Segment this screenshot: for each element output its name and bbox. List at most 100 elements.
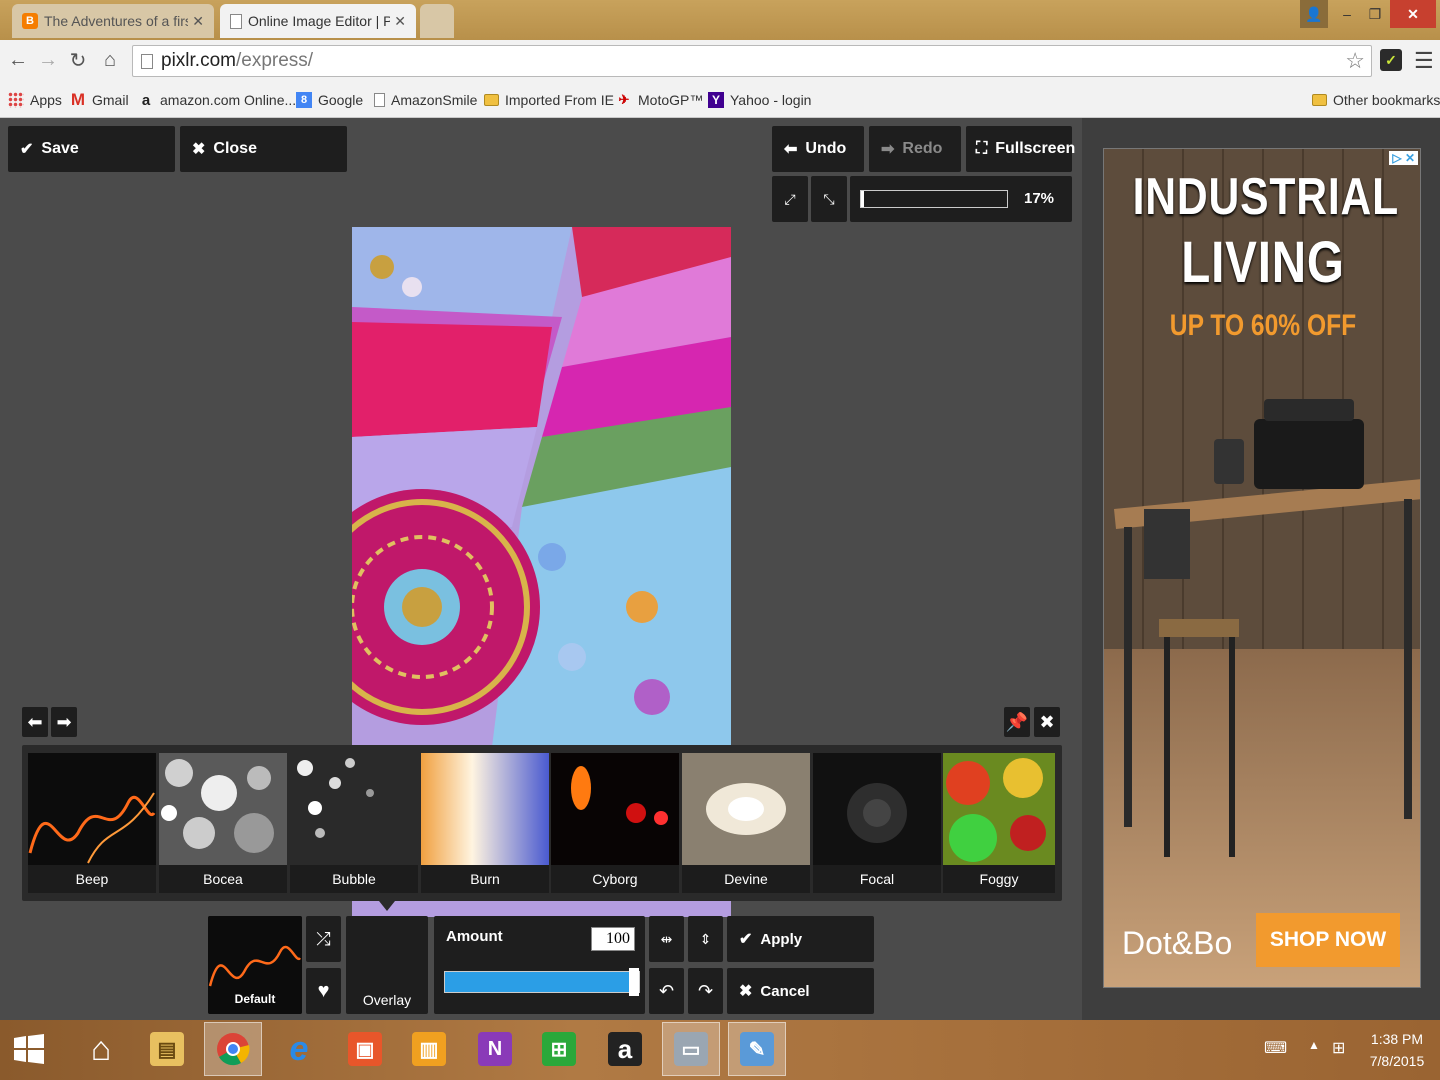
close-icon[interactable]: ✖ [1034,707,1060,737]
arrow-left-icon: ⬅ [784,141,798,158]
save-button[interactable]: ✔ Save [8,126,175,172]
new-tab-button[interactable] [420,4,454,38]
shuffle-icon[interactable]: ⤮ [306,916,341,962]
tab-adventures[interactable]: B The Adventures of a first t ✕ [12,4,214,38]
bookmark-amazon[interactable]: a amazon.com Online... [138,90,296,110]
close-button[interactable]: ✖ Close [180,126,347,172]
zoom-actual-icon[interactable]: ⤡ [811,176,847,222]
home-icon[interactable]: ⌂ [98,48,122,72]
bookmark-yahoo[interactable]: Y Yahoo - login [708,90,811,110]
bookmark-star-icon[interactable]: ☆ [1345,48,1365,74]
bookmark-google[interactable]: 8 Google [296,90,363,110]
menu-icon[interactable]: ☰ [1414,48,1434,74]
effect-bubble[interactable]: Bubble [290,753,418,893]
zoom-fit-icon[interactable]: ⤢ [772,176,808,222]
effect-bocea[interactable]: Bocea [159,753,287,893]
apps-grid-icon [8,92,24,108]
flip-vertical-icon[interactable]: ⇕ [688,916,723,962]
zoom-slider[interactable] [860,190,1008,208]
forward-arrow-icon[interactable]: → [36,48,60,72]
bookmark-apps[interactable]: Apps [8,90,62,110]
zoom-control: 17% [850,176,1072,222]
bookmark-motogp[interactable]: ✈ MotoGP™ [616,90,704,110]
overlay-selector[interactable]: Overlay [346,916,428,1014]
yahoo-icon: Y [708,92,724,108]
redo-button[interactable]: ➡ Redo [869,126,961,172]
window-close-button[interactable]: ✕ [1390,0,1436,28]
selected-effect-default[interactable]: Default [208,916,302,1014]
page-icon [141,53,153,69]
effect-beep[interactable]: Beep [28,753,156,893]
folder-icon [484,94,499,106]
amount-slider-handle[interactable] [629,968,639,996]
minimize-button[interactable]: ‒ [1334,0,1360,28]
chevron-up-icon[interactable]: ▲ [1308,1038,1320,1052]
effect-label: Focal [859,871,895,887]
paint-app-icon[interactable]: ✎ [728,1022,786,1076]
extension-icon[interactable]: ✓ [1380,49,1402,71]
adchoices-icon[interactable]: ▷ ✕ [1389,151,1418,165]
fullscreen-button[interactable]: ⛶ Fullscreen [966,126,1075,172]
windows-flag-icon[interactable]: ⊞ [1332,1038,1345,1058]
back-arrow-icon[interactable]: ← [6,48,30,72]
close-icon[interactable]: ✕ [192,13,204,30]
cancel-button[interactable]: ✖ Cancel [727,968,874,1014]
flip-horizontal-icon[interactable]: ⇹ [649,916,684,962]
effect-foggy[interactable]: Foggy [943,753,1055,893]
ad-banner[interactable]: ▷ ✕ INDUSTRIAL LIVING UP TO 60% OFF Dot&… [1103,148,1421,988]
monitor-app-icon[interactable]: ▭ [662,1022,720,1076]
undo-button[interactable]: ⬅ Undo [772,126,864,172]
effect-thumbnail [28,753,156,865]
effect-label: Bubble [332,871,376,887]
keyboard-icon[interactable]: ⌨ [1264,1038,1287,1058]
tab-title: The Adventures of a first t [44,13,189,29]
overlay-label: Overlay [362,992,412,1008]
effect-burn[interactable]: Burn [421,753,549,893]
effect-thumbnail [551,753,679,865]
arrow-left-icon[interactable]: ⬅ [22,707,48,737]
bookmark-imported-from-ie[interactable]: Imported From IE [484,90,614,110]
close-icon[interactable]: ✕ [394,13,406,30]
effect-thumbnail [813,753,941,865]
reload-icon[interactable]: ↻ [66,48,90,72]
file-explorer-icon[interactable]: ▤ [138,1022,196,1076]
arrow-right-icon[interactable]: ➡ [51,707,77,737]
home-icon[interactable]: ⌂ [72,1022,130,1076]
amount-slider-fill [445,972,629,992]
effect-thumbnail [682,753,810,865]
store-icon[interactable]: ⊞ [530,1022,588,1076]
rotate-left-icon[interactable]: ↶ [649,968,684,1014]
browser-titlebar: B The Adventures of a first t ✕ Online I… [0,0,1440,40]
internet-explorer-icon[interactable]: e [270,1022,328,1076]
windows-start-button[interactable] [0,1022,58,1076]
powerpoint-icon[interactable]: ▣ [336,1022,394,1076]
notes-app-icon[interactable]: ▥ [400,1022,458,1076]
shop-now-button[interactable]: SHOP NOW [1256,913,1400,967]
bookmark-amazonsmile[interactable]: AmazonSmile [374,90,477,110]
apply-button[interactable]: ✔ Apply [727,916,874,962]
pin-icon[interactable]: 📌 [1004,707,1030,737]
system-clock[interactable]: 1:38 PM 7/8/2015 [1362,1028,1432,1072]
tab-pixlr[interactable]: Online Image Editor | Pixlr ✕ [220,4,416,38]
chrome-icon[interactable] [204,1022,262,1076]
amount-input[interactable] [591,927,635,951]
user-icon[interactable]: 👤 [1300,0,1328,28]
amount-slider[interactable] [444,968,640,996]
bookmark-gmail[interactable]: M Gmail [70,90,129,110]
motogp-icon: ✈ [618,92,630,107]
google-icon: 8 [296,92,312,108]
close-icon: ✖ [192,141,206,158]
address-bar[interactable]: pixlr.com/express/ ☆ [132,45,1372,77]
amazon-icon[interactable]: a [596,1022,654,1076]
bookmark-other[interactable]: Other bookmarks [1312,90,1440,110]
arrow-right-icon: ➡ [881,141,895,158]
maximize-button[interactable]: ❐ [1362,0,1388,28]
effect-focal[interactable]: Focal [813,753,941,893]
effect-devine[interactable]: Devine [682,753,810,893]
rotate-right-icon[interactable]: ↷ [688,968,723,1014]
effect-thumbnail [290,753,418,865]
blogger-icon: B [22,13,38,29]
heart-icon[interactable]: ♥ [306,968,341,1014]
onenote-icon[interactable]: N [466,1022,524,1076]
effect-cyborg[interactable]: Cyborg [551,753,679,893]
